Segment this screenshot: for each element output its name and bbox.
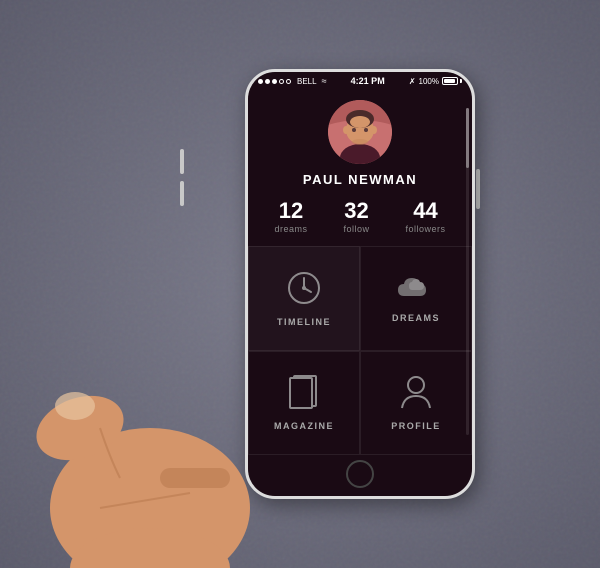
avatar xyxy=(328,100,392,164)
menu-item-profile[interactable]: PROFILE xyxy=(360,351,472,455)
dreams-label: dreams xyxy=(274,224,307,234)
home-button[interactable] xyxy=(346,460,374,488)
status-left: BELL ≈ xyxy=(258,76,327,86)
signal-dot-3 xyxy=(272,79,277,84)
phone-screen: BELL ≈ 4:21 PM ✗ 100% xyxy=(245,69,475,499)
dreams-count: 12 xyxy=(279,199,303,223)
follow-count: 32 xyxy=(344,199,368,223)
status-right: ✗ 100% xyxy=(409,77,462,86)
pages-icon xyxy=(288,374,320,415)
battery-label: 100% xyxy=(419,77,439,86)
clock-icon xyxy=(286,270,322,311)
bluetooth-icon: ✗ xyxy=(409,77,416,86)
stat-followers: 44 followers xyxy=(388,199,464,234)
phone-frame: BELL ≈ 4:21 PM ✗ 100% xyxy=(185,69,475,499)
person-icon xyxy=(400,374,432,415)
signal-dot-2 xyxy=(265,79,270,84)
cloud-icon xyxy=(396,274,436,307)
scrollbar-thumb[interactable] xyxy=(466,108,469,168)
volume-up-button[interactable] xyxy=(180,149,184,174)
carrier-label: BELL xyxy=(297,77,317,86)
screen-content: PAUL NEWMAN 12 dreams 32 follow 44 follo… xyxy=(248,88,472,455)
stat-follow: 32 follow xyxy=(325,199,387,234)
time-display: 4:21 PM xyxy=(351,76,385,86)
status-bar: BELL ≈ 4:21 PM ✗ 100% xyxy=(248,72,472,88)
follow-label: follow xyxy=(343,224,369,234)
wifi-icon: ≈ xyxy=(322,76,327,86)
signal-dot-5 xyxy=(286,79,291,84)
battery-icon xyxy=(442,77,462,85)
magazine-label: MAGAZINE xyxy=(274,421,334,431)
stats-row: 12 dreams 32 follow 44 followers xyxy=(248,199,472,234)
signal-dot-4 xyxy=(279,79,284,84)
signal-dot-1 xyxy=(258,79,263,84)
volume-down-button[interactable] xyxy=(180,181,184,206)
menu-item-timeline[interactable]: TIMELINE xyxy=(248,246,360,350)
followers-count: 44 xyxy=(413,199,437,223)
menu-grid: TIMELINE DREAMS xyxy=(248,246,472,455)
profile-label: PROFILE xyxy=(391,421,441,431)
dreams-menu-label: DREAMS xyxy=(392,313,440,323)
followers-label: followers xyxy=(406,224,446,234)
menu-item-dreams[interactable]: DREAMS xyxy=(360,246,472,350)
power-button[interactable] xyxy=(476,169,480,209)
home-button-area xyxy=(248,455,472,496)
timeline-label: TIMELINE xyxy=(277,317,331,327)
user-name: PAUL NEWMAN xyxy=(303,172,417,187)
stat-dreams: 12 dreams xyxy=(256,199,325,234)
menu-item-magazine[interactable]: MAGAZINE xyxy=(248,351,360,455)
